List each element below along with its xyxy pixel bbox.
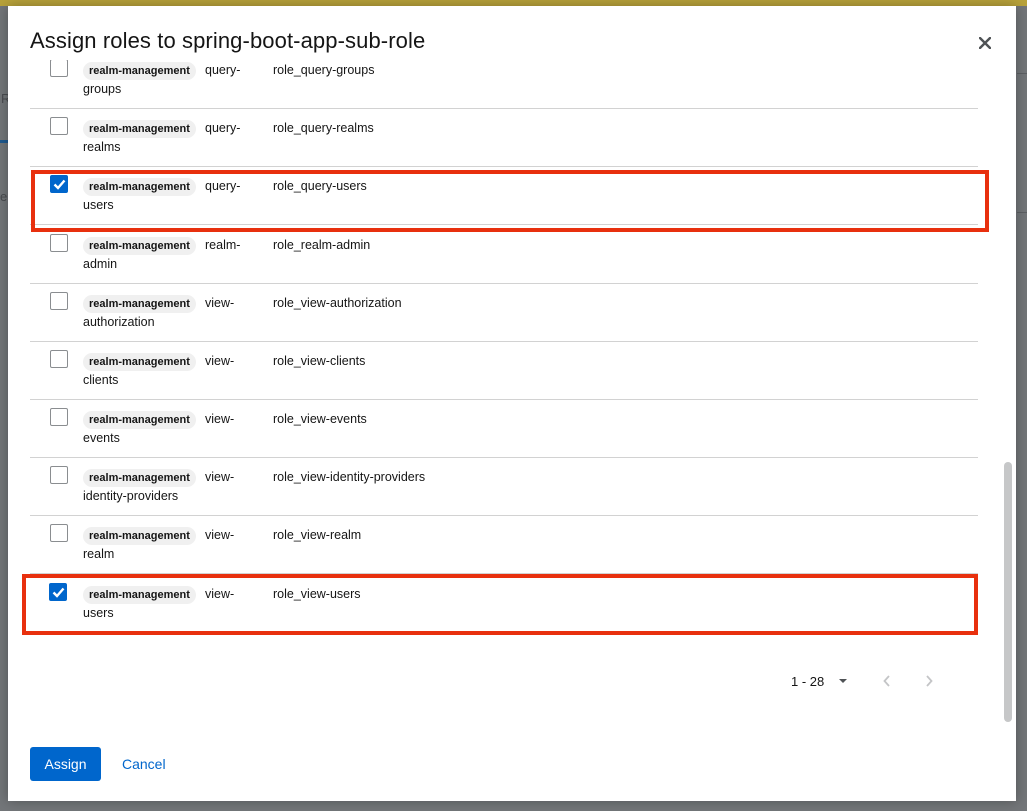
role-name-continued: clients [83,373,119,387]
client-badge: realm-management [83,586,196,604]
role-name: query- [205,121,241,135]
row-checkbox[interactable] [50,524,68,542]
role-name: view- [205,354,235,368]
row-checkbox[interactable] [50,408,68,426]
row-checkbox[interactable] [49,583,67,601]
background-divider [1017,73,1027,74]
assign-roles-dialog: Assign roles to spring-boot-app-sub-role… [8,6,1016,801]
role-description: role_view-authorization [273,296,402,310]
dialog-title: Assign roles to spring-boot-app-sub-role [30,28,426,53]
checkmark-icon [52,587,65,598]
scrollbar-thumb[interactable] [1004,462,1012,722]
role-row[interactable]: realm-management realm-admin role_realm-ad… [30,226,978,284]
role-name-continued: realm [83,547,115,561]
role-description: role_realm-admin [273,238,371,252]
role-name: realm- [205,238,241,252]
role-row[interactable]: realm-management query-users role_query-us… [30,167,978,225]
role-name: view- [205,412,235,426]
row-checkbox[interactable] [50,292,68,310]
pagination-range: 1 - 28 [791,673,825,689]
client-badge: realm-management [83,353,196,371]
previous-page-button[interactable] [879,673,895,689]
client-badge: realm-management [83,527,196,545]
chevron-left-icon [883,675,890,687]
client-badge: realm-management [83,237,196,255]
role-name: query- [205,179,241,193]
role-name-continued: admin [83,257,118,271]
role-name: view- [205,587,235,601]
role-name: query- [205,63,241,77]
role-description: role_view-identity-providers [273,470,426,484]
checkmark-icon [53,179,66,190]
role-description: role_view-clients [273,354,366,368]
background-tab-indicator [0,140,8,143]
client-badge: realm-management [83,120,196,138]
role-name: view- [205,528,235,542]
row-checkbox[interactable] [50,175,68,193]
chevron-right-icon [926,675,933,687]
background-divider [1017,212,1027,213]
row-checkbox[interactable] [50,234,68,252]
client-badge: realm-management [83,178,196,196]
client-badge: realm-management [83,295,196,313]
client-badge: realm-management [83,62,196,80]
row-checkbox[interactable] [50,60,68,77]
caret-down-icon [839,679,848,683]
row-checkbox[interactable] [50,350,68,368]
role-row[interactable]: realm-management view-events role_view-eve… [30,400,978,458]
role-row[interactable]: realm-management view-authorization role_v… [30,284,978,342]
role-description: role_view-users [273,587,361,601]
role-description: role_query-groups [273,63,375,77]
role-row[interactable]: realm-management query-groups role_query-g… [30,60,978,109]
role-name: view- [205,296,235,310]
row-checkbox[interactable] [50,117,68,135]
assign-button[interactable]: Assign [30,747,101,781]
role-name-continued: users [83,606,114,620]
role-description: role_view-events [273,412,367,426]
per-page-toggle[interactable]: 1 - 28 [791,674,848,689]
roles-list[interactable]: realm-management query-groups role_query-g… [8,60,998,723]
role-name-continued: identity-providers [83,489,179,503]
role-name: view- [205,470,235,484]
role-row[interactable]: realm-management view-users role_view-user… [30,575,978,633]
role-description: role_view-realm [273,528,362,542]
client-badge: realm-management [83,469,196,487]
role-description: role_query-users [273,179,367,193]
role-row[interactable]: realm-management view-realm role_view-real… [30,516,978,574]
role-row[interactable]: realm-management query-realms role_query-r… [30,109,978,167]
pagination: 1 - 28 [791,671,848,691]
client-badge: realm-management [83,411,196,429]
role-row[interactable]: realm-management view-clients role_view-cl… [30,342,978,400]
role-name-continued: events [83,431,120,445]
close-icon [979,37,991,49]
role-name-continued: groups [83,82,122,96]
role-row[interactable]: realm-management view-identity-providers r… [30,458,978,516]
role-name-continued: authorization [83,315,155,329]
role-name-continued: users [83,198,114,212]
next-page-button[interactable] [921,673,937,689]
row-checkbox[interactable] [50,466,68,484]
cancel-button[interactable]: Cancel [122,756,166,772]
role-name-continued: realms [83,140,121,154]
close-button[interactable] [974,32,996,54]
role-description: role_query-realms [273,121,374,135]
background-text-fragment: e [0,189,8,204]
